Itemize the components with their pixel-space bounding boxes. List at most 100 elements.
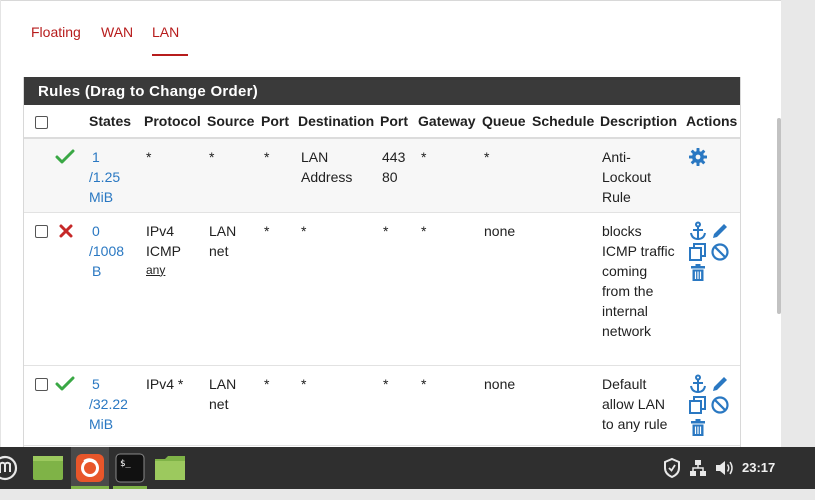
- states-bytes[interactable]: /32.22: [89, 394, 141, 414]
- header-protocol[interactable]: Protocol: [141, 105, 204, 139]
- tray-network[interactable]: [688, 447, 708, 489]
- states-cell[interactable]: 1 /1.25 MiB: [86, 138, 141, 213]
- table-row[interactable]: 1 /1.25 MiB * * * LAN Address 443 80 * *: [24, 138, 740, 213]
- top-divider: [1, 0, 781, 1]
- states-unit[interactable]: MiB: [89, 187, 141, 207]
- desktop-strip: [0, 489, 815, 500]
- source-port-cell: *: [258, 138, 295, 213]
- icmp-type-link[interactable]: any: [146, 261, 204, 279]
- folder-icon: [155, 456, 185, 480]
- svg-text:$_: $_: [120, 459, 131, 469]
- protocol-cell: IPv4 ICMP any: [141, 212, 204, 366]
- actions-cell: [683, 138, 740, 213]
- files-icon: [33, 456, 63, 480]
- rules-panel: Rules (Drag to Change Order) States Prot…: [23, 77, 741, 447]
- states-unit[interactable]: MiB: [89, 414, 141, 434]
- select-all-checkbox[interactable]: [35, 115, 48, 129]
- dest-port-2: 80: [382, 169, 398, 185]
- trash-icon[interactable]: [688, 263, 708, 283]
- header-destination[interactable]: Destination: [295, 105, 377, 139]
- copy-icon[interactable]: [688, 242, 708, 262]
- schedule-cell: [529, 212, 597, 366]
- anchor-icon[interactable]: [688, 374, 708, 394]
- rule-actions: [686, 374, 734, 444]
- disable-icon[interactable]: [710, 395, 730, 415]
- states-count[interactable]: 0: [89, 221, 141, 241]
- firefox-button[interactable]: [71, 447, 109, 489]
- tray-volume[interactable]: [713, 447, 735, 489]
- queue-cell: none: [479, 212, 529, 366]
- protocol-text: IPv4 ICMP: [146, 222, 181, 259]
- panel-title: Rules (Drag to Change Order): [24, 77, 740, 105]
- terminal-icon: $_: [115, 453, 145, 483]
- gateway-cell: *: [415, 365, 479, 446]
- tab-lan[interactable]: LAN: [152, 22, 188, 56]
- schedule-cell: [529, 138, 597, 213]
- row-select-cell: [24, 365, 52, 446]
- pencil-icon[interactable]: [710, 221, 730, 241]
- menu-button[interactable]: [0, 447, 20, 489]
- status-cell: [52, 138, 86, 213]
- source-port-cell: *: [258, 212, 295, 366]
- description-cell: Default allow LAN to any rule: [597, 365, 683, 446]
- files-button[interactable]: [30, 447, 66, 489]
- pencil-icon[interactable]: [710, 374, 730, 394]
- firefox-icon: [76, 454, 104, 482]
- actions-cell: [683, 365, 740, 446]
- source-cell: *: [204, 138, 258, 213]
- states-bytes[interactable]: /1008: [89, 241, 141, 261]
- status-cell: [52, 212, 86, 366]
- gateway-cell: *: [415, 212, 479, 366]
- states-count[interactable]: 1: [89, 147, 141, 167]
- tab-wan[interactable]: WAN: [101, 22, 133, 56]
- firewall-rules-page: Floating WAN LAN Rules (Drag to Change O…: [0, 0, 781, 447]
- rules-table: States Protocol Source Port Destination …: [24, 105, 740, 446]
- header-description[interactable]: Description: [597, 105, 683, 139]
- destination-cell: *: [295, 365, 377, 446]
- header-gateway[interactable]: Gateway: [415, 105, 479, 139]
- table-row[interactable]: 5 /32.22 MiB IPv4 * LAN net * * * * none…: [24, 365, 740, 446]
- row-checkbox[interactable]: [35, 377, 48, 391]
- header-queue[interactable]: Queue: [479, 105, 529, 139]
- check-icon: [55, 376, 75, 390]
- states-unit[interactable]: B: [89, 261, 141, 281]
- copy-icon[interactable]: [688, 395, 708, 415]
- row-checkbox[interactable]: [35, 224, 48, 238]
- table-header-row: States Protocol Source Port Destination …: [24, 105, 740, 139]
- destination-port-cell: 443 80: [377, 138, 415, 213]
- terminal-button[interactable]: $_: [111, 447, 149, 489]
- anchor-icon[interactable]: [688, 221, 708, 241]
- states-bytes[interactable]: /1.25: [89, 167, 141, 187]
- tray-shield[interactable]: [662, 447, 682, 489]
- header-schedule[interactable]: Schedule: [529, 105, 597, 139]
- protocol-cell: *: [141, 138, 204, 213]
- page-scrollbar[interactable]: [777, 118, 781, 314]
- queue-cell: *: [479, 138, 529, 213]
- source-cell: LAN net: [204, 212, 258, 366]
- shield-icon: [664, 457, 680, 479]
- states-count[interactable]: 5: [89, 374, 141, 394]
- destination-port-cell: *: [377, 365, 415, 446]
- header-states[interactable]: States: [86, 105, 141, 139]
- header-actions: Actions: [683, 105, 740, 139]
- taskbar: $_ 23:17: [0, 447, 815, 489]
- header-source[interactable]: Source: [204, 105, 258, 139]
- dest-port-1: 443: [382, 149, 406, 165]
- header-source-port[interactable]: Port: [258, 105, 295, 139]
- header-destination-port[interactable]: Port: [377, 105, 415, 139]
- folder-button[interactable]: [152, 447, 188, 489]
- states-cell[interactable]: 5 /32.22 MiB: [86, 365, 141, 446]
- source-port-cell: *: [258, 365, 295, 446]
- gear-icon[interactable]: [688, 147, 708, 167]
- tab-floating[interactable]: Floating: [31, 22, 81, 56]
- trash-icon[interactable]: [688, 418, 708, 438]
- states-cell[interactable]: 0 /1008 B: [86, 212, 141, 366]
- menu-icon: [0, 455, 18, 481]
- block-icon: [59, 224, 73, 237]
- actions-cell: [683, 212, 740, 366]
- clock[interactable]: 23:17: [742, 460, 775, 475]
- table-row[interactable]: 0 /1008 B IPv4 ICMP any LAN net * * * * …: [24, 212, 740, 366]
- disable-icon[interactable]: [710, 242, 730, 262]
- destination-port-cell: *: [377, 212, 415, 366]
- row-select-cell: [24, 138, 52, 213]
